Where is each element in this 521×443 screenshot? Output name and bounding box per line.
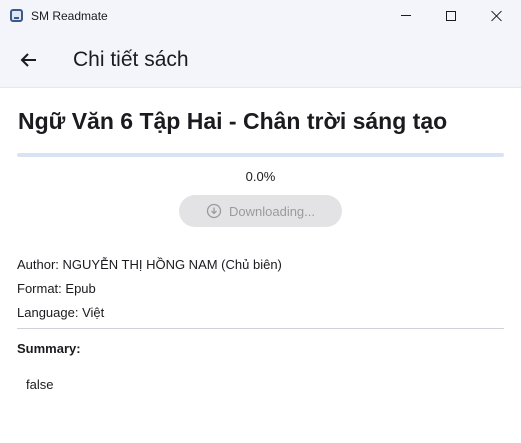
close-icon (491, 10, 503, 22)
close-button[interactable] (474, 0, 520, 31)
minimize-icon (401, 15, 411, 16)
minimize-button[interactable] (383, 0, 429, 31)
download-circle-icon (206, 203, 222, 219)
arrow-left-icon (20, 53, 36, 67)
book-title: Ngữ Văn 6 Tập Hai - Chân trời sáng tạo (18, 108, 448, 134)
format-line: Format: Epub (17, 281, 96, 296)
download-progress-bar (17, 153, 504, 157)
divider (17, 328, 504, 329)
author-line: Author: NGUYỄN THỊ HỒNG NAM (Chủ biên) (17, 257, 282, 272)
app-bar: Chi tiết sách (0, 31, 521, 88)
summary-text: false (26, 377, 54, 392)
back-button[interactable] (12, 44, 46, 76)
window-titlebar: SM Readmate (0, 0, 521, 31)
download-button[interactable]: Downloading... (179, 195, 342, 227)
language-line: Language: Việt (17, 305, 105, 320)
maximize-button[interactable] (428, 0, 474, 31)
progress-percent: 0.0% (245, 169, 276, 184)
summary-heading: Summary: (17, 341, 81, 356)
page-title: Chi tiết sách (73, 48, 189, 71)
download-button-label: Downloading... (229, 203, 315, 219)
maximize-icon (446, 10, 456, 21)
window-title: SM Readmate (31, 9, 108, 23)
app-book-icon (10, 9, 23, 22)
